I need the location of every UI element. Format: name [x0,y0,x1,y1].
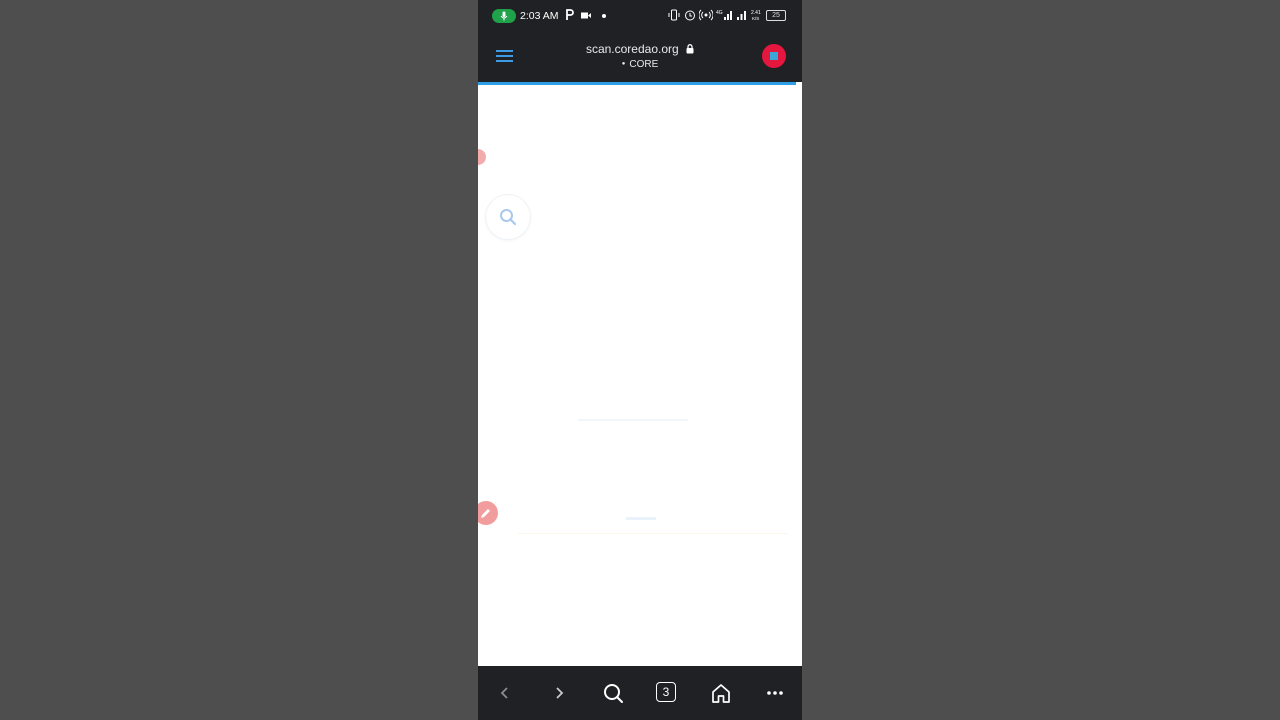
home-icon[interactable] [710,682,732,704]
phone-screen: 2:03 AM 4G 2.41K/S 25 scan.coredao.org C… [478,0,802,720]
video-icon [581,12,591,19]
parking-icon [566,9,574,20]
battery-icon: 25 [766,10,786,21]
tabs-button[interactable]: 3 [656,682,676,702]
mic-icon [500,11,508,21]
back-icon[interactable] [494,682,516,704]
svg-text:K/S: K/S [752,16,759,21]
page-content [478,85,802,666]
address-field[interactable]: scan.coredao.org [478,42,802,56]
profile-avatar[interactable] [762,44,786,68]
placeholder-line [626,517,656,520]
edit-button[interactable] [478,501,498,525]
site-name: CORE [478,59,802,70]
more-icon[interactable] [764,682,786,704]
status-time: 2:03 AM [520,10,559,22]
dot-icon [602,14,606,18]
alarm-icon [685,10,695,21]
forward-icon[interactable] [548,682,570,704]
hotspot-icon [699,9,713,21]
floating-indicator [478,149,486,165]
lock-icon [686,44,694,54]
svg-text:4G: 4G [716,10,723,16]
speed-icon: 2.41K/S [751,10,761,21]
mic-indicator [492,9,516,23]
signal-icon: 4G [716,10,732,20]
placeholder-line [578,419,688,421]
search-icon [500,209,517,226]
placeholder-line [518,533,788,534]
url-text: scan.coredao.org [585,42,679,56]
browser-bottom-bar: 3 [478,666,802,720]
status-bar: 2:03 AM 4G 2.41 K/S 25 [478,0,802,32]
search-button[interactable] [486,195,530,239]
search-icon[interactable] [602,682,624,704]
edit-icon [481,509,490,518]
signal-icon [737,11,746,20]
browser-address-bar: scan.coredao.org CORE [478,32,802,82]
vibrate-icon [668,9,680,21]
